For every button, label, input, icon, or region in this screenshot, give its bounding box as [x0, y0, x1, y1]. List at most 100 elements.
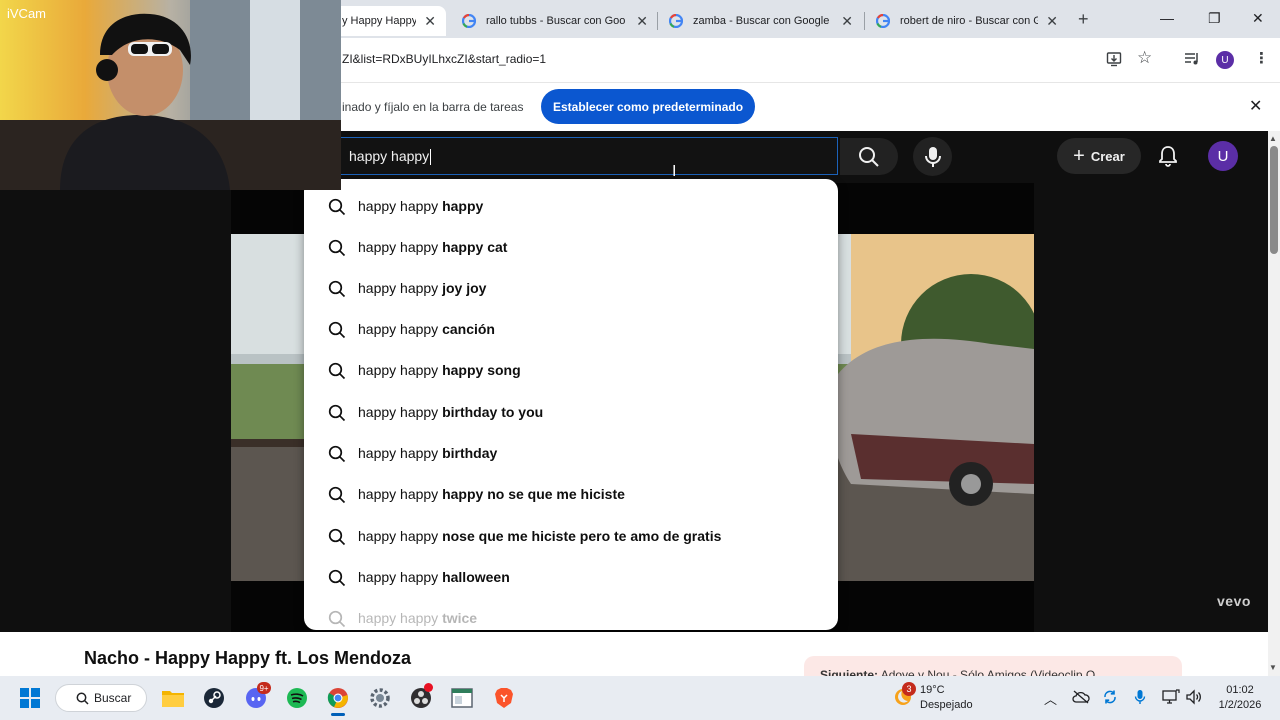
network-display-icon[interactable]: [1162, 689, 1180, 705]
close-window-icon[interactable]: ✕: [1252, 10, 1264, 27]
suggestion-item[interactable]: happy happy twice: [304, 598, 838, 630]
spotify-icon[interactable]: [284, 685, 310, 711]
webcam-label: iVCam: [7, 6, 47, 21]
suggestion-text: happy happy nose que me hiciste pero te …: [358, 528, 722, 544]
search-button[interactable]: [840, 138, 898, 175]
voice-search-button[interactable]: [913, 137, 952, 176]
search-icon: [76, 692, 89, 705]
windows-start-icon[interactable]: [19, 687, 41, 709]
suggestion-item[interactable]: happy happy birthday: [304, 433, 838, 474]
kebab-menu-icon[interactable]: ⋮: [1254, 49, 1269, 67]
search-icon: [328, 569, 346, 587]
suggestion-text: happy happy twice: [358, 610, 478, 626]
screen: y Happy Happy ft. Lo ✕ rallo tubbs - Bus…: [0, 0, 1280, 720]
brave-icon[interactable]: [491, 685, 517, 711]
obs-icon[interactable]: [408, 683, 434, 711]
suggestion-item[interactable]: happy happy joy joy: [304, 268, 838, 309]
suggestion-text: happy happy happy: [358, 198, 484, 214]
scrollbar-thumb[interactable]: [1270, 146, 1278, 254]
cloud-offline-icon[interactable]: [1072, 690, 1090, 704]
microphone-icon[interactable]: [1134, 689, 1146, 705]
minimize-icon[interactable]: —: [1160, 10, 1174, 26]
settings-gear-icon[interactable]: [367, 685, 393, 711]
suggestion-text: happy happy happy no se que me hiciste: [358, 486, 625, 502]
taskbar-search[interactable]: Buscar: [55, 684, 147, 712]
discord-badge: 9+: [257, 682, 271, 694]
close-infobar-icon[interactable]: ✕: [1249, 96, 1262, 116]
search-icon: [328, 610, 346, 628]
suggestion-item[interactable]: happy happy halloween: [304, 557, 838, 598]
suggestion-item[interactable]: happy happy canción: [304, 309, 838, 350]
tab-title: zamba - Buscar con Google: [693, 15, 830, 27]
weather-widget[interactable]: 19°C Despejado: [920, 683, 973, 713]
suggestion-item[interactable]: happy happy happy cat: [304, 227, 838, 268]
infobar-text: inado y fíjalo en la barra de tareas: [342, 100, 524, 114]
search-icon: [859, 146, 879, 167]
search-input-value: happy happy: [349, 148, 432, 166]
notifications-button[interactable]: [1155, 143, 1181, 169]
set-default-button[interactable]: Establecer como predeterminado: [541, 89, 755, 124]
search-icon: [328, 239, 346, 257]
webcam-person-image: [0, 0, 341, 190]
suggestion-text: happy happy joy joy: [358, 280, 487, 296]
suggestion-item[interactable]: happy happy birthday to you: [304, 392, 838, 433]
chrome-icon[interactable]: [325, 685, 351, 716]
suggestion-item[interactable]: happy happy happy no se que me hiciste: [304, 474, 838, 515]
suggestion-item[interactable]: happy happy happy song: [304, 350, 838, 391]
scroll-down-icon[interactable]: ▼: [1269, 663, 1277, 672]
text-cursor-icon: I: [672, 163, 677, 180]
close-tab-icon[interactable]: ✕: [841, 13, 853, 30]
search-icon: [328, 528, 346, 546]
close-tab-icon[interactable]: ✕: [1046, 13, 1058, 30]
search-icon: [328, 404, 346, 422]
search-icon: [328, 486, 346, 504]
youtube-avatar[interactable]: U: [1208, 141, 1238, 171]
scroll-up-icon[interactable]: ▲: [1269, 134, 1277, 143]
tab-title: robert de niro - Buscar con G: [900, 15, 1039, 27]
steam-icon[interactable]: [201, 685, 227, 711]
volume-icon[interactable]: [1186, 689, 1204, 705]
search-icon: [328, 362, 346, 380]
create-label: Crear: [1090, 148, 1125, 164]
new-tab-icon[interactable]: +: [1078, 9, 1089, 30]
close-tab-icon[interactable]: ✕: [636, 13, 648, 30]
microphone-icon: [924, 146, 941, 167]
google-icon: [462, 14, 476, 28]
media-queue-icon[interactable]: [1184, 52, 1200, 66]
recording-dot-icon: [424, 683, 433, 692]
sync-icon[interactable]: [1102, 689, 1118, 705]
tab-robert-de-niro[interactable]: robert de niro - Buscar con G ✕: [866, 6, 1068, 36]
close-tab-icon[interactable]: ✕: [424, 13, 436, 30]
discord-icon[interactable]: 9+: [243, 682, 271, 711]
suggestion-text: happy happy birthday: [358, 445, 498, 461]
tab-separator: [864, 12, 865, 30]
search-icon: [328, 280, 346, 298]
search-icon: [328, 321, 346, 339]
tab-happy-happy[interactable]: y Happy Happy ft. Lo ✕: [332, 6, 446, 36]
search-icon: [328, 445, 346, 463]
install-app-icon[interactable]: [1106, 51, 1122, 67]
suggestion-text: happy happy halloween: [358, 569, 510, 585]
suggestion-text: happy happy canción: [358, 321, 495, 337]
clock-time: 01:02: [1226, 684, 1254, 696]
search-icon: [328, 198, 346, 216]
tab-rallo-tubbs[interactable]: rallo tubbs - Buscar con Goo ✕: [452, 6, 658, 36]
tab-zamba[interactable]: zamba - Buscar con Google ✕: [659, 6, 863, 36]
suggestion-item[interactable]: happy happy nose que me hiciste pero te …: [304, 516, 838, 557]
suggestion-text: happy happy birthday to you: [358, 404, 544, 420]
create-button[interactable]: + Crear: [1057, 138, 1141, 174]
taskbar-search-label: Buscar: [94, 691, 132, 705]
chevron-up-icon[interactable]: ︿: [1044, 689, 1057, 708]
google-icon: [669, 14, 683, 28]
tab-title: rallo tubbs - Buscar con Goo: [486, 15, 626, 27]
address-bar[interactable]: ZI&list=RDxBUyILhxcZI&start_radio=1: [342, 52, 546, 66]
window-app-icon[interactable]: [449, 685, 475, 711]
file-explorer-icon[interactable]: [160, 685, 186, 711]
video-title: Nacho - Happy Happy ft. Los Mendoza: [84, 648, 412, 668]
restore-icon[interactable]: ❐: [1208, 10, 1221, 27]
bookmark-star-icon[interactable]: ☆: [1137, 48, 1152, 68]
weather-desc: Despejado: [920, 699, 973, 711]
browser-profile-avatar[interactable]: U: [1216, 51, 1234, 69]
suggestion-item[interactable]: happy happy happy: [304, 186, 838, 227]
taskbar-clock[interactable]: 01:02 1/2/2026: [1212, 683, 1268, 713]
